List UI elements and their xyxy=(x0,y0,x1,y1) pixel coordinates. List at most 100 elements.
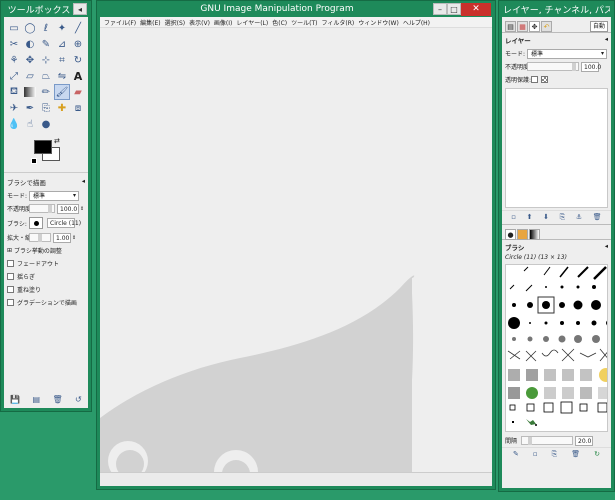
tab-patterns-icon[interactable] xyxy=(517,229,528,240)
clone-icon[interactable]: ⎘ xyxy=(38,100,54,116)
brush-thumb[interactable] xyxy=(577,266,589,278)
layers-mode-dropdown[interactable]: 標準 xyxy=(527,48,607,59)
brush-thumb[interactable] xyxy=(529,322,531,324)
smudge-icon[interactable]: ☝ xyxy=(22,116,38,132)
brush-thumb[interactable] xyxy=(591,300,601,310)
brush-thumb[interactable] xyxy=(512,337,516,341)
brush-thumb[interactable] xyxy=(527,336,533,342)
brush-thumb[interactable] xyxy=(544,387,556,399)
rect-select-icon[interactable]: ▭ xyxy=(6,20,22,36)
reset-options-icon[interactable]: ↺ xyxy=(75,395,82,404)
delete-layer-icon[interactable]: 🗑 xyxy=(593,213,602,222)
menu-edit[interactable]: 編集(E) xyxy=(140,18,160,27)
brush-thumb[interactable] xyxy=(591,320,597,326)
fuzzy-color-icon[interactable]: ⚘ xyxy=(6,52,22,68)
layers-list[interactable] xyxy=(505,88,608,208)
brush-thumb[interactable] xyxy=(508,369,520,381)
toolbox-menu-button[interactable]: ◂ xyxy=(73,3,87,15)
brush-thumb[interactable] xyxy=(543,266,551,276)
brush-thumb[interactable] xyxy=(545,286,547,288)
fuzzy-select-icon[interactable]: ✦ xyxy=(54,20,70,36)
tab-tool-options-icon[interactable]: ✥ xyxy=(529,21,540,32)
rotate-icon[interactable]: ↻ xyxy=(70,52,86,68)
brushes-menu-icon[interactable]: ◂ xyxy=(605,242,608,252)
layers-opacity-value[interactable]: 100.0 xyxy=(581,61,601,72)
auto-button[interactable]: 自動 xyxy=(589,21,608,32)
ink-icon[interactable]: ✒ xyxy=(22,100,38,116)
foreground-color-swatch[interactable] xyxy=(34,140,52,154)
brush-thumb[interactable] xyxy=(535,424,537,426)
new-brush-icon[interactable]: ▫ xyxy=(533,450,538,459)
layers-menu-icon[interactable]: ◂ xyxy=(605,35,608,45)
airbrush-icon[interactable]: ✈ xyxy=(6,100,22,116)
menu-tools[interactable]: ツール(T) xyxy=(291,18,317,27)
brush-thumb[interactable] xyxy=(607,285,608,289)
checkbox[interactable] xyxy=(7,299,14,306)
shear-icon[interactable]: ▱ xyxy=(22,68,38,84)
tab-undo-icon[interactable]: ↶ xyxy=(541,21,552,32)
opacity-slider[interactable] xyxy=(29,204,55,213)
brush-thumb[interactable] xyxy=(523,266,529,272)
lock-pixels-checkbox[interactable] xyxy=(531,76,538,83)
heal-icon[interactable]: ✚ xyxy=(54,100,70,116)
brush-thumb[interactable] xyxy=(525,284,533,292)
mode-dropdown[interactable]: 標準 xyxy=(29,190,79,201)
eraser-icon[interactable]: ▰ xyxy=(70,84,86,100)
pencil-icon[interactable]: ✏ xyxy=(38,84,54,100)
align-icon[interactable]: ⊹ xyxy=(38,52,54,68)
brush-thumb[interactable] xyxy=(562,387,574,399)
zoom-icon[interactable]: ⊕ xyxy=(70,36,86,52)
spacing-value[interactable]: 20.0 xyxy=(575,435,593,446)
color-picker-icon[interactable]: ╱ xyxy=(70,20,86,36)
brush-thumb[interactable] xyxy=(576,285,580,289)
brush-thumb[interactable] xyxy=(526,369,538,381)
scale-spin-icon[interactable]: ⇕ xyxy=(72,235,76,241)
brush-thumb[interactable] xyxy=(580,387,592,399)
scale-value[interactable]: 1.00 xyxy=(53,232,71,243)
dodge-burn-icon[interactable]: ● xyxy=(38,116,54,132)
option-checkbox-row[interactable]: グラデーションで描画 xyxy=(4,296,88,309)
perspective-clone-icon[interactable]: ⧈ xyxy=(70,100,86,116)
brush-thumb[interactable] xyxy=(580,369,592,381)
brush-thumb[interactable] xyxy=(560,401,573,414)
brush-thumb[interactable] xyxy=(597,402,607,413)
tab-brushes-icon[interactable]: ● xyxy=(505,229,516,240)
brush-thumb[interactable] xyxy=(526,387,538,399)
scale-icon[interactable]: ⤢ xyxy=(6,68,22,84)
main-titlebar[interactable]: GNU Image Manipulation Program – □ ✕ xyxy=(97,1,495,17)
brush-thumb[interactable] xyxy=(507,350,521,360)
opacity-spin-icon[interactable]: ⇕ xyxy=(80,206,84,212)
brush-thumb[interactable] xyxy=(606,320,608,326)
brush-thumb[interactable] xyxy=(559,302,565,308)
brush-preview-button[interactable] xyxy=(29,217,43,229)
option-checkbox-row[interactable]: 重ね塗り xyxy=(4,283,88,296)
move-icon[interactable]: ✥ xyxy=(22,52,38,68)
brush-thumb[interactable] xyxy=(573,300,583,310)
option-checkbox-row[interactable]: フェードアウト xyxy=(4,257,88,270)
expander-icon[interactable]: ⊞ xyxy=(7,247,12,254)
menu-view[interactable]: 表示(V) xyxy=(189,18,210,27)
tool-options-menu-icon[interactable]: ◂ xyxy=(82,177,85,187)
brush-grid[interactable] xyxy=(505,264,608,432)
duplicate-layer-icon[interactable]: ⎘ xyxy=(560,213,566,222)
brush-thumb[interactable] xyxy=(592,335,600,343)
tab-images-icon[interactable]: ▤ xyxy=(505,21,516,32)
brush-thumb[interactable] xyxy=(559,266,569,278)
tab-layers-icon[interactable]: ▦ xyxy=(517,21,528,32)
duplicate-brush-icon[interactable]: ⎘ xyxy=(552,450,558,459)
spacing-slider[interactable] xyxy=(521,436,573,445)
brush-thumb[interactable] xyxy=(599,368,608,382)
restore-options-icon[interactable]: ▤ xyxy=(33,395,41,404)
brush-thumb[interactable] xyxy=(561,348,575,362)
checkbox[interactable] xyxy=(7,260,14,267)
crop-icon[interactable]: ⌗ xyxy=(54,52,70,68)
empty-image-area[interactable] xyxy=(100,28,492,472)
blend-icon[interactable] xyxy=(24,87,36,97)
brush-thumb[interactable] xyxy=(525,350,537,362)
delete-brush-icon[interactable]: 🗑 xyxy=(571,450,580,459)
brush-thumb[interactable] xyxy=(512,421,514,423)
brush-thumb[interactable] xyxy=(512,303,516,307)
anchor-layer-icon[interactable]: ⚓ xyxy=(576,213,582,222)
brush-thumb[interactable] xyxy=(509,284,515,290)
refresh-brushes-icon[interactable]: ↻ xyxy=(594,450,600,459)
